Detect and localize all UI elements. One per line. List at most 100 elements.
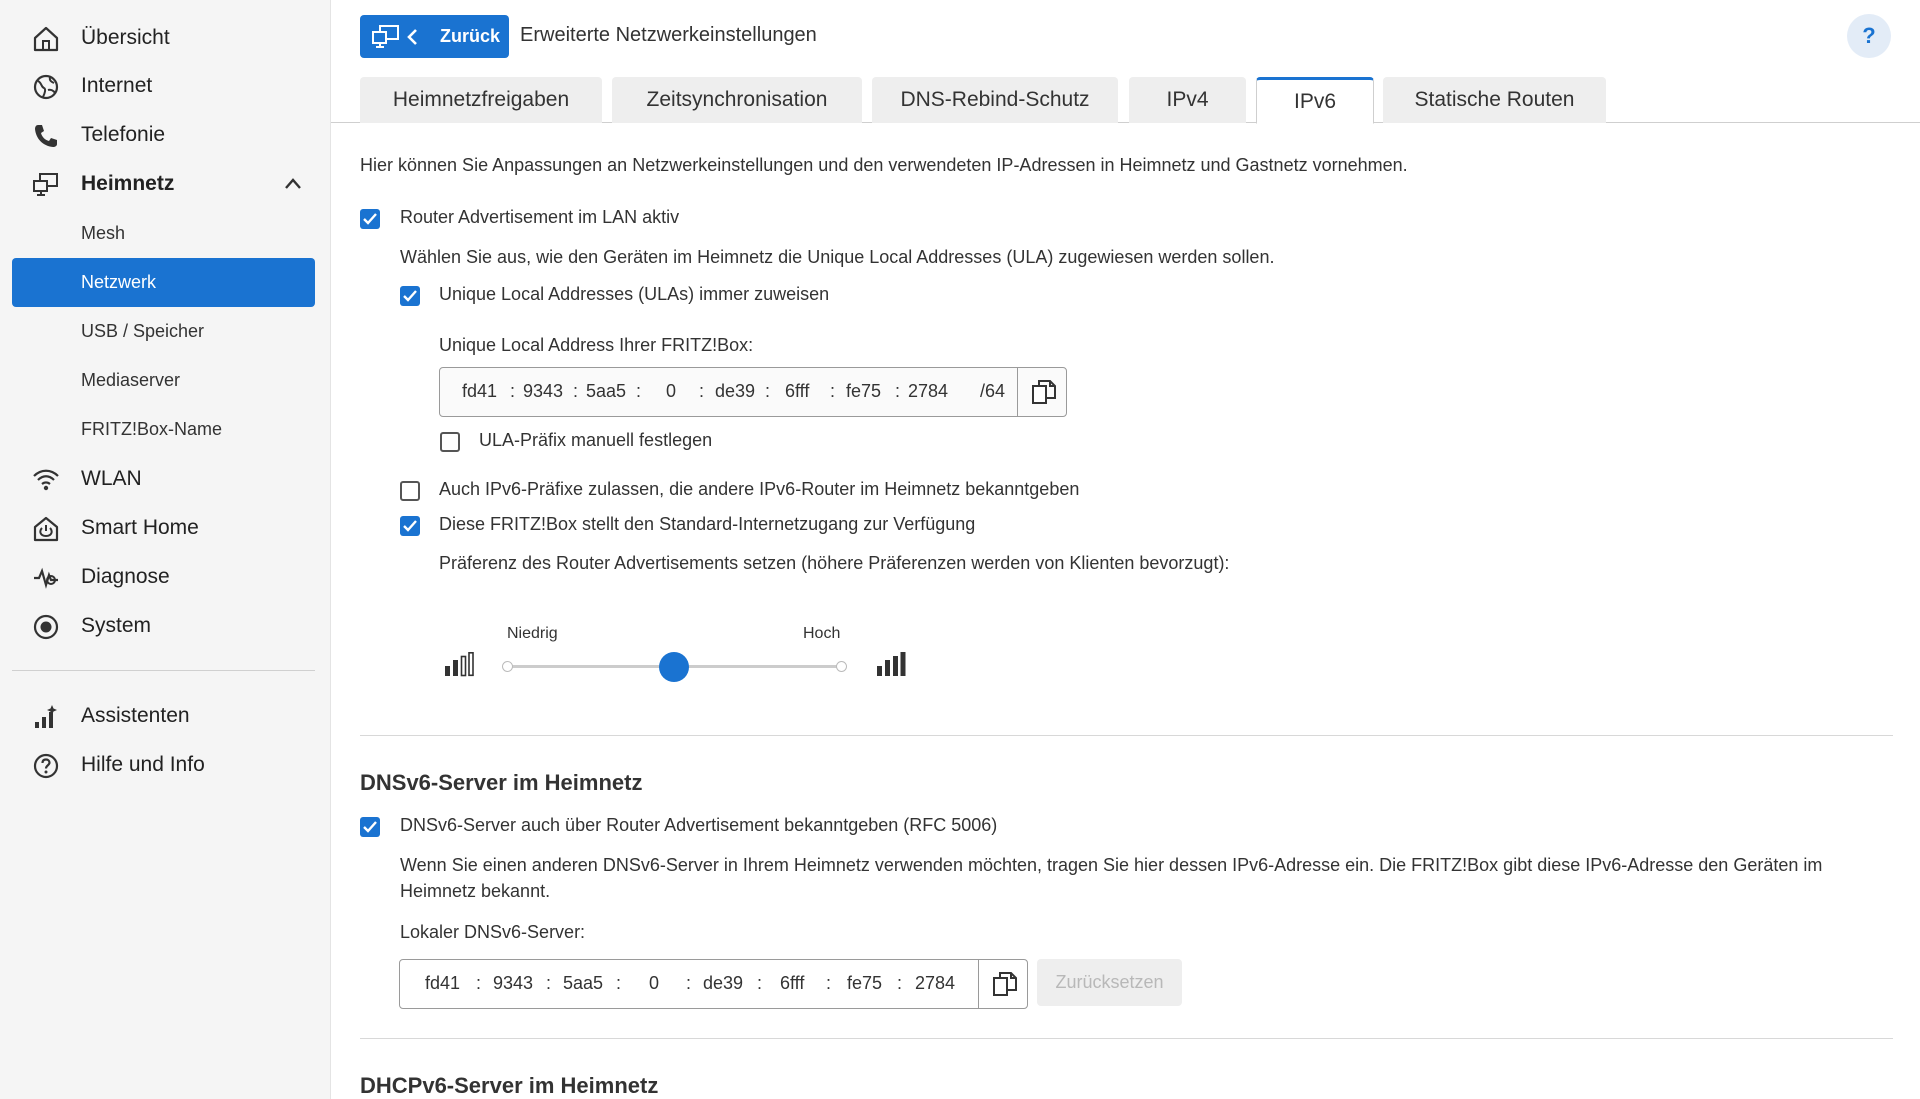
preference-slider-handle[interactable] [659,652,689,682]
ip-segment[interactable]: de39 [703,973,743,994]
slider-stop-high[interactable] [836,661,847,672]
other-prefix-label: Auch IPv6-Präfixe zulassen, die andere I… [439,479,1080,499]
ra-lan-checkbox[interactable] [360,209,380,229]
copy-button[interactable] [978,960,1028,1008]
std-access-checkbox[interactable] [400,516,420,536]
ip-separator: : [897,973,903,993]
sidebar-item-label: System [81,613,152,637]
chevron-left-icon [407,29,417,45]
dns-description-line-1: Wenn Sie einen anderen DNSv6-Server in I… [400,855,1823,875]
ula-always-checkbox[interactable] [400,286,420,306]
tab-ipv6[interactable]: IPv6 [1256,77,1374,124]
sidebar-subitem-mediaserver[interactable]: Mediaserver [12,356,315,405]
smart-home-icon [33,516,59,542]
dns-local-address-field[interactable]: fd41 : 9343 : 5aa5 : 0 : de39 : 6fff : f… [399,959,1028,1009]
sidebar-item-label: Übersicht [81,25,170,49]
ip-segment[interactable]: 9343 [493,973,533,994]
other-prefix-checkbox[interactable] [400,481,420,501]
ip-separator: : [510,381,516,401]
globe-icon [33,74,59,100]
tab-ipv4[interactable]: IPv4 [1129,77,1246,123]
copy-button[interactable] [1017,368,1067,416]
sidebar-item-label: Telefonie [81,122,166,146]
ip-segment[interactable]: fd41 [425,973,460,994]
ip-segment: fd41 [462,381,498,401]
sidebar-item-label: Hilfe und Info [81,752,205,776]
tab-statische-routen[interactable]: Statische Routen [1383,77,1606,123]
sidebar-item-label: WLAN [81,466,142,490]
tab-heimnetzfreigaben[interactable]: Heimnetzfreigaben [360,77,602,123]
copy-icon [993,972,1017,996]
sidebar-item-smart-home[interactable]: Smart Home [12,503,315,552]
ip-segment[interactable]: 2784 [915,973,955,994]
wifi-icon [33,469,59,491]
tab-dns-rebind-schutz[interactable]: DNS-Rebind-Schutz [872,77,1118,123]
dns-description-line-2: Heimnetz bekannt. [400,881,551,901]
sidebar-subitem-label: FRITZ!Box-Name [81,419,223,439]
help-button[interactable]: ? [1847,14,1891,58]
phone-icon [35,125,57,147]
tab-zeitsynchronisation[interactable]: Zeitsynchronisation [612,77,862,123]
ula-always-label: Unique Local Addresses (ULAs) immer zuwe… [439,284,830,304]
slider-low-label: Niedrig [507,625,558,642]
sidebar-item-hilfe-und-info[interactable]: Hilfe und Info [12,740,315,789]
sidebar-item-label: Internet [81,73,153,97]
ip-segment: 5aa5 [586,381,627,401]
ip-separator: : [546,973,552,993]
ula-manual-label: ULA-Präfix manuell festlegen [479,430,713,450]
ula-description: Wählen Sie aus, wie den Geräten im Heimn… [400,247,1275,267]
ip-separator: : [616,973,622,993]
sidebar-item-label: Diagnose [81,564,170,588]
ip-separator: : [826,973,832,993]
ra-lan-label: Router Advertisement im LAN aktiv [400,207,680,227]
diagnose-icon [34,567,58,589]
sidebar-item-assistenten[interactable]: Assistenten [12,691,315,740]
ip-segment[interactable]: 0 [649,973,659,994]
network-icon [33,173,58,196]
ip-segment[interactable]: 6fff [780,973,804,994]
sidebar-subitem-mesh[interactable]: Mesh [12,209,315,258]
slider-high-label: Hoch [803,625,841,642]
slider-stop-low[interactable] [502,661,513,672]
ip-separator: : [830,381,836,401]
ip-prefix-length: /64 [980,381,1006,401]
ula-manual-checkbox[interactable] [440,432,460,452]
dns-ra-label: DNSv6-Server auch über Router Advertisem… [400,815,998,835]
ip-separator: : [699,381,705,401]
home-icon [33,26,59,52]
ip-separator: : [686,973,692,993]
sidebar-subitem-usb-speicher[interactable]: USB / Speicher [12,307,315,356]
page-title: Erweiterte Netzwerkeinstellungen [520,24,817,46]
ip-segment[interactable]: 5aa5 [563,973,603,994]
ip-segment[interactable]: fe75 [847,973,882,994]
ip-separator: : [895,381,901,401]
ip-separator: : [765,381,771,401]
sidebar-item-label: Heimnetz [81,171,175,195]
sidebar-item-heimnetz[interactable]: Heimnetz [12,159,315,208]
ip-separator: : [573,381,579,401]
assistant-icon [35,705,57,728]
dns-ra-checkbox[interactable] [360,817,380,837]
sidebar-subitem-label: Mediaserver [81,370,181,390]
ip-segment: de39 [715,381,756,401]
section-divider [360,1038,1893,1039]
section-divider [360,735,1893,736]
sidebar-subitem-fritzbox-name[interactable]: FRITZ!Box-Name [12,405,315,454]
checkmark-icon [403,290,417,302]
sidebar-subitem-label: Mesh [81,223,126,243]
sidebar-item-wlan[interactable]: WLAN [12,454,315,503]
reset-button[interactable]: Zurücksetzen [1037,959,1182,1006]
chevron-up-icon[interactable] [283,174,303,194]
ip-segment: 6fff [785,381,810,401]
sidebar-subitem-label: USB / Speicher [81,321,205,341]
checkmark-icon [363,213,377,225]
sidebar-item-diagnose[interactable]: Diagnose [12,552,315,601]
signal-low-icon [445,652,474,677]
sidebar-subitem-netzwerk[interactable]: Netzwerk [12,258,315,307]
back-button[interactable]: Zurück [360,15,509,58]
ula-address-label: Unique Local Address Ihrer FRITZ!Box: [439,335,754,355]
sidebar-item-uebersicht[interactable]: Übersicht [12,13,315,62]
sidebar-item-telefonie[interactable]: Telefonie [12,110,315,159]
sidebar-item-system[interactable]: System [12,601,315,650]
sidebar-item-internet[interactable]: Internet [12,61,315,110]
